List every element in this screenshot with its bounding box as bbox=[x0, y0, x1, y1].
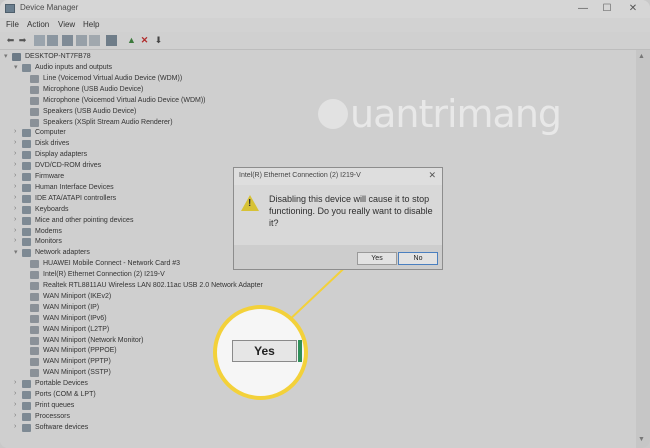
dialog-body: ! Disabling this device will cause it to… bbox=[234, 185, 442, 245]
yes-button[interactable]: Yes bbox=[357, 252, 397, 265]
confirm-disable-dialog: Intel(R) Ethernet Connection (2) I219-V … bbox=[233, 167, 443, 270]
dialog-message: Disabling this device will cause it to s… bbox=[269, 194, 433, 228]
magnified-yes-button: Yes bbox=[232, 340, 297, 362]
warning-mark: ! bbox=[248, 198, 252, 209]
screenshot-frame: Device Manager — ☐ ✕ File Action View He… bbox=[0, 0, 650, 448]
magnified-callout: Yes bbox=[213, 305, 308, 400]
no-button[interactable]: No bbox=[398, 252, 438, 265]
dialog-title: Intel(R) Ethernet Connection (2) I219-V bbox=[239, 172, 361, 179]
dialog-footer: Yes No bbox=[234, 245, 442, 269]
magnified-accent bbox=[298, 340, 302, 362]
dialog-close-button[interactable]: ✕ bbox=[428, 170, 436, 181]
